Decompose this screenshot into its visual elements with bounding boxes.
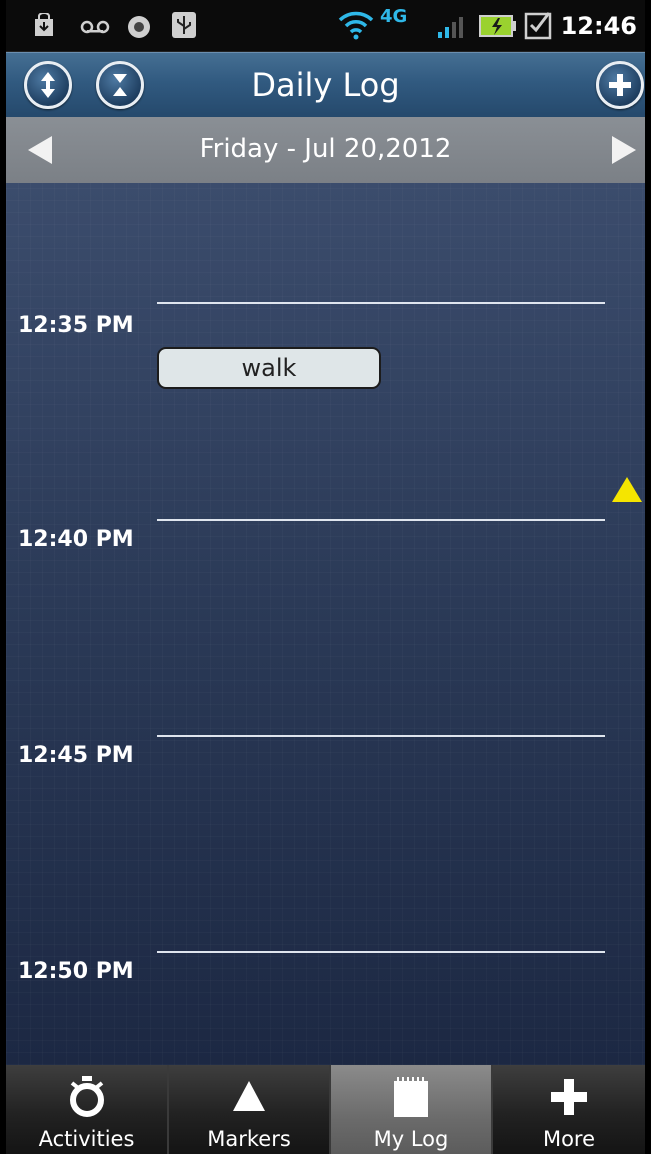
time-label: 12:50 PM (18, 959, 134, 984)
voicemail-icon (80, 19, 110, 38)
battery-charging-icon (479, 15, 517, 41)
tab-label: Markers (207, 1127, 291, 1151)
plus-icon (549, 1077, 589, 1121)
current-date: Friday - Jul 20,2012 (199, 134, 452, 164)
time-label: 12:45 PM (18, 743, 134, 768)
add-entry-button[interactable] (596, 61, 644, 109)
plus-icon (609, 74, 631, 96)
time-gridline (157, 302, 605, 304)
tab-markers[interactable]: Markers (169, 1065, 331, 1154)
bottom-tab-bar: Activities Markers My Log More (6, 1065, 645, 1154)
status-time: 12:46 (560, 12, 637, 40)
record-icon (127, 15, 151, 43)
shopping-bag-download-icon (34, 12, 54, 41)
timeline[interactable]: 12:35 PM walk 12:40 PM 12:45 PM 12:50 PM (6, 183, 645, 1065)
4g-lte-icon: 4G (380, 6, 408, 27)
stopwatch-icon (67, 1075, 107, 1121)
tab-activities[interactable]: Activities (6, 1065, 169, 1154)
current-time-marker (610, 475, 644, 509)
title-bar: Daily Log (6, 52, 645, 117)
time-label: 12:40 PM (18, 527, 134, 552)
time-gridline (157, 519, 605, 521)
status-bar: 4G 12:46 (6, 0, 645, 52)
notepad-icon (392, 1075, 430, 1123)
triangle-right-icon (612, 136, 636, 164)
tab-more[interactable]: More (493, 1065, 645, 1154)
time-label: 12:35 PM (18, 313, 134, 338)
time-gridline (157, 735, 605, 737)
usb-icon (172, 12, 196, 42)
signal-icon (438, 14, 466, 42)
page-title: Daily Log (251, 66, 400, 104)
tab-label: Activities (38, 1127, 135, 1151)
date-navigation: Friday - Jul 20,2012 (6, 117, 645, 183)
checkbox-task-icon (524, 10, 552, 44)
triangle-marker-icon (231, 1079, 267, 1117)
app-frame: 4G 12:46 Daily Log Friday - Jul 20,2012 … (6, 0, 645, 1154)
tab-label: My Log (373, 1127, 449, 1151)
tab-my-log[interactable]: My Log (331, 1065, 493, 1154)
wifi-icon (338, 10, 374, 44)
log-entry-walk[interactable]: walk (157, 347, 381, 389)
time-gridline (157, 951, 605, 953)
next-day-button[interactable] (610, 134, 638, 170)
tab-label: More (542, 1127, 596, 1151)
